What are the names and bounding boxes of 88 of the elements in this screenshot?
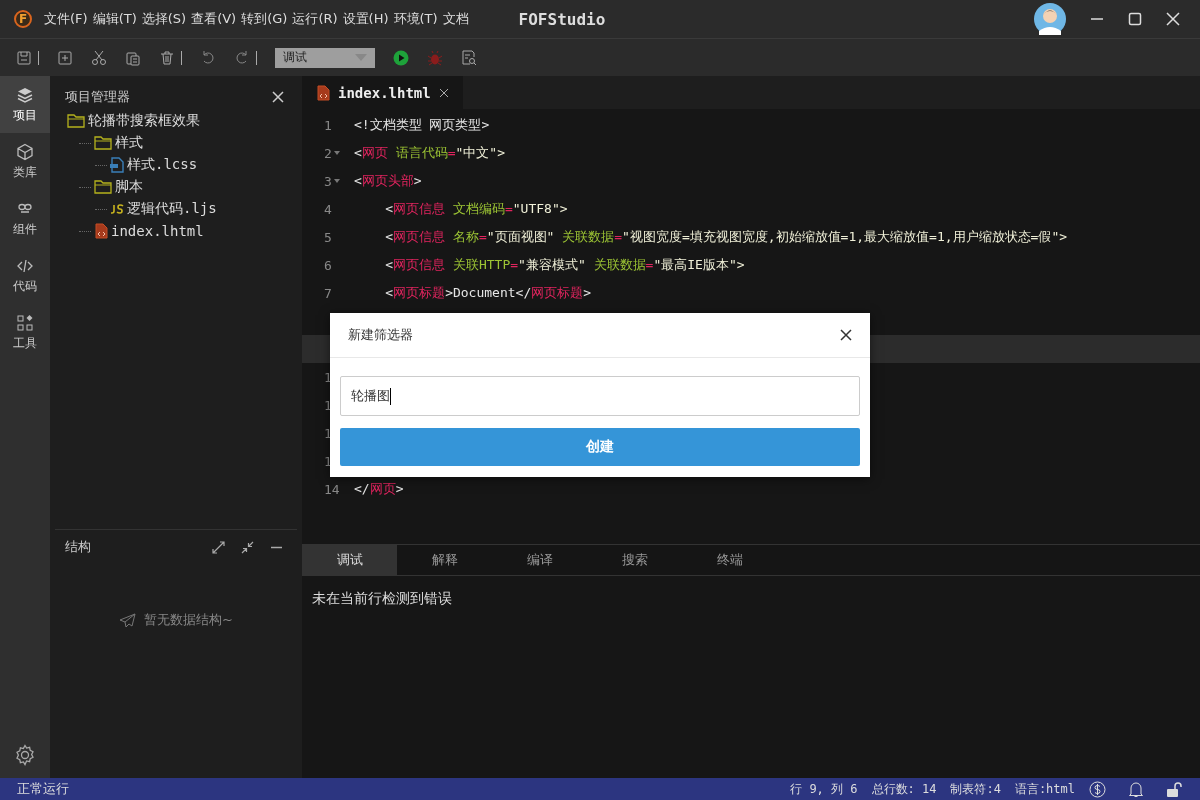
- tree-item[interactable]: index.lhtml: [111, 223, 204, 239]
- status-item: 总行数: 14: [871, 780, 937, 798]
- line-number: 3: [324, 173, 332, 189]
- line-number: 5: [324, 229, 332, 245]
- panel-tab[interactable]: 搜索: [587, 545, 682, 575]
- window-title: FOFStudio: [518, 9, 606, 29]
- code-line: <网页信息 关联HTTP="兼容模式" 关联数据="最高IE版本">: [384, 256, 745, 274]
- fold-icon[interactable]: [333, 151, 340, 155]
- menu-item[interactable]: 编辑(T): [92, 10, 137, 28]
- line-number: 14: [324, 481, 340, 497]
- menu-item[interactable]: 环境(T): [393, 10, 438, 28]
- js-file-icon: [110, 204, 124, 214]
- menu-item[interactable]: 运行(R): [292, 10, 338, 28]
- code-line: <网页标题>Document</网页标题>: [384, 284, 592, 302]
- status-item: 行 9, 列 6: [790, 780, 858, 798]
- mode-select[interactable]: 调试: [275, 47, 375, 68]
- panel-tab[interactable]: 调试: [302, 545, 397, 575]
- code-line: <网页信息 名称="页面视图" 关联数据="视图宽度=填充视图宽度,初始缩放值=1,最大缩放值=1,用户缩放状态=假">: [384, 228, 1068, 246]
- new-file-icon[interactable]: [57, 49, 73, 66]
- tree-item[interactable]: 轮播带搜索框效果: [88, 112, 200, 130]
- activity-tab[interactable]: 组件: [0, 190, 50, 247]
- bell-icon[interactable]: [1128, 780, 1144, 798]
- activity-tab[interactable]: 代码: [0, 247, 50, 304]
- menu-item[interactable]: 查看(V): [191, 10, 237, 28]
- menu-item[interactable]: 设置(H): [342, 10, 389, 28]
- panel-title: 项目管理器: [65, 88, 130, 106]
- status-text: 正常运行: [17, 780, 69, 798]
- folder-icon: [94, 136, 112, 150]
- editor-tab[interactable]: index.lhtml: [302, 76, 463, 109]
- close-icon[interactable]: [840, 329, 852, 341]
- fold-icon[interactable]: [333, 179, 340, 183]
- cut-icon[interactable]: [91, 49, 107, 66]
- tree-item[interactable]: 逻辑代码.ljs: [127, 200, 217, 218]
- status-item: 制表符:4: [950, 780, 1001, 798]
- save-icon[interactable]: [16, 49, 32, 66]
- line-number: 6: [324, 257, 332, 273]
- activity-tab[interactable]: 工具: [0, 304, 50, 361]
- panel-tab[interactable]: 解释: [397, 545, 492, 575]
- expand-icon[interactable]: [212, 540, 225, 554]
- search-file-icon[interactable]: [461, 49, 477, 66]
- menu-item[interactable]: 文档: [442, 10, 469, 28]
- redo-icon[interactable]: [234, 49, 250, 66]
- dialog-title: 新建筛选器: [348, 326, 413, 344]
- dollar-icon[interactable]: [1089, 780, 1106, 798]
- line-number: 1: [324, 117, 332, 133]
- paper-plane-icon: [119, 612, 137, 628]
- empty-message: 暂无数据结构~: [144, 611, 233, 629]
- line-number: 2: [324, 145, 332, 161]
- menu-item[interactable]: 选择(S): [141, 10, 187, 28]
- tools-icon: [16, 313, 34, 332]
- panel-title: 结构: [65, 538, 91, 556]
- unlocked-icon[interactable]: [1166, 780, 1182, 798]
- cube-icon: [16, 142, 34, 161]
- app-logo: F: [14, 10, 32, 28]
- file-icon: [94, 223, 108, 239]
- code-line: <!文档类型 网页类型>: [354, 116, 490, 134]
- maximize-icon[interactable]: [1128, 12, 1142, 26]
- layers-icon: [16, 85, 34, 104]
- undo-icon[interactable]: [200, 49, 216, 66]
- code-line: <网页头部>: [354, 172, 422, 190]
- code-line: </网页>: [354, 480, 404, 498]
- line-number: 7: [324, 285, 332, 301]
- file-icon: [110, 157, 124, 173]
- code-line: <网页 语言代码="中文">: [354, 144, 505, 162]
- panel-tab[interactable]: 终端: [682, 545, 777, 575]
- activity-tab[interactable]: 项目: [0, 76, 50, 133]
- output-message: 未在当前行检测到错误: [311, 589, 453, 608]
- run-icon[interactable]: [393, 49, 409, 66]
- settings-icon[interactable]: [14, 744, 36, 766]
- menu-item[interactable]: 文件(F): [44, 10, 88, 28]
- code-line: <网页信息 文档编码="UTF8">: [384, 200, 568, 218]
- tree-item[interactable]: 脚本: [115, 178, 143, 196]
- collapse-icon[interactable]: [241, 540, 254, 554]
- activity-tab[interactable]: 类库: [0, 133, 50, 190]
- line-number: 4: [324, 201, 332, 217]
- folder-icon: [67, 114, 85, 128]
- delete-icon[interactable]: [159, 49, 175, 66]
- paste-icon[interactable]: [125, 49, 141, 66]
- close-icon[interactable]: [438, 87, 449, 98]
- status-item: 语言:html: [1014, 780, 1075, 798]
- menu-item[interactable]: 转到(G): [241, 10, 288, 28]
- tree-item[interactable]: 样式: [115, 134, 143, 152]
- folder-icon: [94, 180, 112, 194]
- input-field[interactable]: 轮播图: [340, 376, 860, 416]
- tree-item[interactable]: 样式.lcss: [127, 156, 198, 174]
- panel-tab[interactable]: 编译: [492, 545, 587, 575]
- avatar-icon[interactable]: [1034, 3, 1066, 35]
- file-icon: [316, 84, 330, 101]
